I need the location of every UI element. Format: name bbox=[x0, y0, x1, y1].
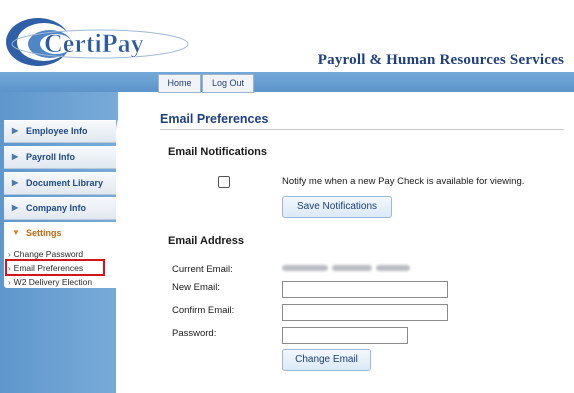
certipay-logo: CertiPay bbox=[6, 18, 189, 66]
sidebar-item-document-library[interactable]: ▶ Document Library bbox=[4, 172, 116, 195]
top-nav-bar bbox=[0, 72, 574, 92]
chevron-right-icon: › bbox=[8, 278, 11, 287]
chevron-right-icon: › bbox=[8, 250, 11, 259]
sidebar-item-company-info[interactable]: ▶ Company Info bbox=[4, 197, 116, 220]
sidebar-item-label: Payroll Info bbox=[26, 152, 76, 162]
home-nav-button[interactable]: Home bbox=[158, 74, 201, 93]
sidebar-item-label: Document Library bbox=[26, 178, 104, 188]
submenu-item-change-password[interactable]: › Change Password bbox=[8, 249, 83, 259]
submenu-item-label: W2 Delivery Election bbox=[13, 277, 93, 287]
submenu-item-w2-delivery-election[interactable]: › W2 Delivery Election bbox=[8, 277, 92, 287]
title-divider bbox=[160, 129, 564, 130]
site-tagline: Payroll & Human Resources Services bbox=[317, 52, 564, 68]
paycheck-notification-checkbox[interactable] bbox=[218, 176, 230, 188]
chevron-right-icon: ▶ bbox=[12, 203, 19, 212]
confirm-email-field[interactable] bbox=[282, 304, 448, 321]
sidebar-item-employee-info[interactable]: ▶ Employee Info bbox=[4, 120, 116, 143]
selected-item-highlight bbox=[5, 259, 105, 276]
password-field[interactable] bbox=[282, 327, 408, 344]
change-email-button[interactable]: Change Email bbox=[282, 349, 371, 371]
password-label: Password: bbox=[172, 328, 217, 339]
sidebar-item-label: Company Info bbox=[26, 203, 86, 213]
chevron-right-icon: ▶ bbox=[12, 126, 19, 135]
sidebar-item-label: Employee Info bbox=[26, 126, 88, 136]
checkbox-label: Notify me when a new Pay Check is availa… bbox=[282, 176, 525, 187]
confirm-email-label: Confirm Email: bbox=[172, 305, 235, 316]
new-email-field[interactable] bbox=[282, 281, 448, 298]
new-email-label: New Email: bbox=[172, 282, 221, 293]
notifications-heading: Email Notifications bbox=[168, 146, 268, 158]
save-notifications-button[interactable]: Save Notifications bbox=[282, 196, 392, 218]
email-address-heading: Email Address bbox=[168, 235, 245, 247]
sidebar-item-payroll-info[interactable]: ▶ Payroll Info bbox=[4, 146, 116, 169]
current-email-label: Current Email: bbox=[172, 264, 233, 275]
logo-text: CertiPay bbox=[44, 29, 144, 58]
submenu-item-label: Change Password bbox=[13, 249, 84, 259]
current-email-value-redacted bbox=[282, 263, 410, 274]
logout-nav-button[interactable]: Log Out bbox=[202, 74, 254, 93]
chevron-right-icon: ▶ bbox=[12, 178, 19, 187]
sidebar-item-label: Settings bbox=[26, 228, 62, 238]
page-title: Email Preferences bbox=[160, 112, 269, 126]
chevron-down-icon: ▼ bbox=[12, 228, 20, 237]
chevron-right-icon: ▶ bbox=[12, 152, 19, 161]
